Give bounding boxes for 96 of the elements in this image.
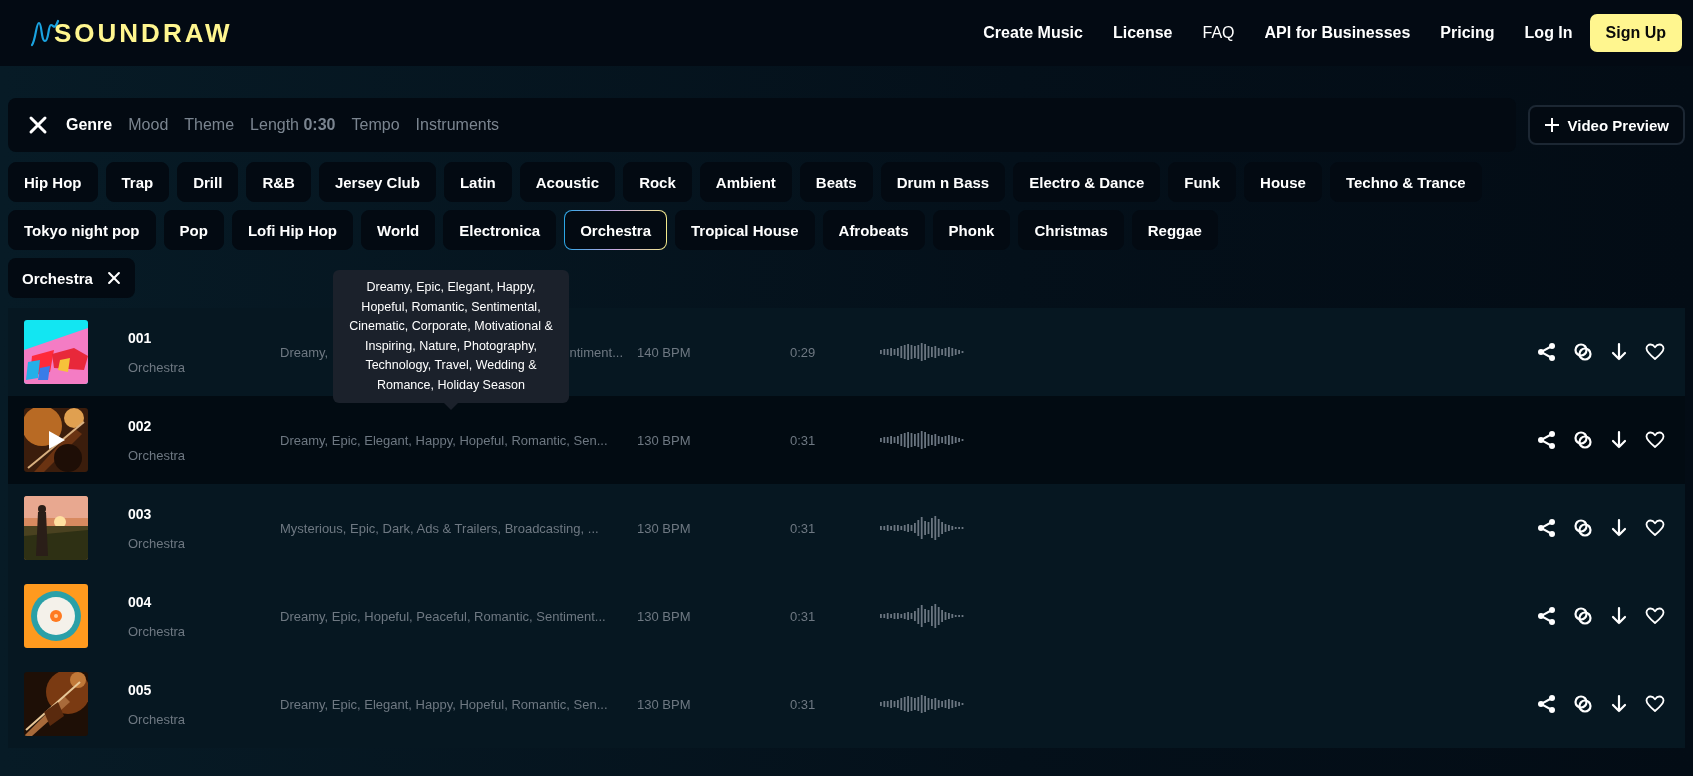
active-filter-chip[interactable]: Orchestra bbox=[8, 258, 135, 298]
download-icon[interactable] bbox=[1609, 606, 1629, 626]
filter-tab[interactable]: Theme bbox=[176, 116, 243, 134]
rings-icon[interactable] bbox=[1573, 694, 1593, 714]
heart-icon[interactable] bbox=[1645, 518, 1665, 538]
track-title[interactable]: 001 bbox=[128, 329, 280, 346]
track-title[interactable]: 003 bbox=[128, 505, 280, 522]
share-icon[interactable] bbox=[1537, 430, 1557, 450]
track-length: 0:29 bbox=[790, 344, 817, 360]
genre-chip[interactable]: Jersey Club bbox=[318, 162, 436, 202]
plus-icon bbox=[1543, 117, 1560, 133]
download-icon[interactable] bbox=[1609, 694, 1629, 714]
filter-tab[interactable]: Instruments bbox=[407, 116, 508, 134]
genre-chip[interactable]: Reggae bbox=[1131, 210, 1218, 250]
nav-link[interactable]: Log In bbox=[1509, 24, 1588, 42]
heart-icon[interactable] bbox=[1645, 606, 1665, 626]
genre-chip[interactable]: Christmas bbox=[1018, 210, 1124, 250]
genre-chip[interactable]: Electronica bbox=[443, 210, 557, 250]
track-title[interactable]: 002 bbox=[128, 417, 280, 434]
filter-tab[interactable]: Genre bbox=[58, 116, 121, 134]
genre-chip[interactable]: Latin bbox=[443, 162, 512, 202]
track-tags: Dreamy, Epic, Elegant, Happy, Hopeful, Romantic, Sen... bbox=[280, 696, 608, 712]
nav-link[interactable]: Pricing bbox=[1425, 24, 1510, 42]
track-genre: Orchestra bbox=[128, 535, 187, 551]
track-genre: Orchestra bbox=[128, 447, 187, 463]
tags-tooltip: Dreamy, Epic, Elegant, Happy, Hopeful, Romantic, Sentimental, Cinematic, Corporate, Motivational & Inspiring, Nature, Photography, Technology, Travel, Wedding & Romance, Holiday Season bbox=[333, 270, 569, 403]
track-bpm: 130 BPM bbox=[637, 608, 692, 624]
track-tags: ntiment... bbox=[569, 344, 623, 360]
genre-chip[interactable]: Techno & Trance bbox=[1329, 162, 1482, 202]
track-length: 0:31 bbox=[790, 608, 817, 624]
genre-chip[interactable]: Pop bbox=[163, 210, 224, 250]
track-length: 0:31 bbox=[790, 520, 817, 536]
track-bpm: 130 BPM bbox=[637, 520, 692, 536]
filter-tab[interactable]: Length 0:30 bbox=[242, 116, 344, 134]
genre-chip[interactable]: Beats bbox=[799, 162, 873, 202]
genre-chip[interactable]: Trap bbox=[105, 162, 170, 202]
nav-link[interactable]: Create Music bbox=[968, 24, 1098, 42]
track-genre: Orchestra bbox=[128, 359, 187, 375]
video-preview-button[interactable]: Video Preview bbox=[1527, 105, 1685, 145]
close-icon[interactable] bbox=[28, 115, 48, 135]
genre-chip[interactable]: Ambient bbox=[699, 162, 792, 202]
nav-link[interactable]: License bbox=[1097, 24, 1188, 42]
genre-chip[interactable]: Orchestra bbox=[564, 210, 667, 250]
track-genre: Orchestra bbox=[128, 711, 187, 727]
track-tags: Dreamy, Epic, Elegant, Happy, Hopeful, Romantic, Sen... bbox=[280, 432, 608, 448]
rings-icon[interactable] bbox=[1573, 342, 1593, 362]
sign-up-button[interactable]: Sign Up bbox=[1589, 14, 1682, 52]
download-icon[interactable] bbox=[1609, 518, 1629, 538]
download-icon[interactable] bbox=[1609, 342, 1629, 362]
close-icon[interactable] bbox=[106, 271, 121, 285]
tooltip-arrow bbox=[444, 403, 458, 410]
track-bpm: 140 BPM bbox=[637, 344, 692, 360]
track-bpm: 130 BPM bbox=[637, 432, 692, 448]
waveform-icon bbox=[880, 515, 966, 541]
genre-chip[interactable]: Electro & Dance bbox=[1013, 162, 1161, 202]
track-tags: Dreamy, Epic, Hopeful, Peaceful, Romantic, Sentiment... bbox=[280, 608, 606, 624]
track-title[interactable]: 005 bbox=[128, 681, 280, 698]
genre-chip[interactable]: Lofi Hip Hop bbox=[231, 210, 354, 250]
rings-icon[interactable] bbox=[1573, 430, 1593, 450]
track-title[interactable]: 004 bbox=[128, 593, 280, 610]
logo-text[interactable]: SOUNDRAW bbox=[54, 17, 233, 49]
genre-chip[interactable]: Funk bbox=[1168, 162, 1237, 202]
genre-chip[interactable]: World bbox=[361, 210, 436, 250]
heart-icon[interactable] bbox=[1645, 430, 1665, 450]
track-bpm: 130 BPM bbox=[637, 696, 692, 712]
track-tags: Dreamy, bbox=[280, 344, 329, 360]
genre-chip[interactable]: Phonk bbox=[932, 210, 1011, 250]
genre-chip[interactable]: Hip Hop bbox=[8, 162, 98, 202]
heart-icon[interactable] bbox=[1645, 342, 1665, 362]
genre-chip[interactable]: Acoustic bbox=[519, 162, 616, 202]
filter-tab[interactable]: Mood bbox=[120, 116, 177, 134]
heart-icon[interactable] bbox=[1645, 694, 1665, 714]
genre-chip[interactable]: Tokyo night pop bbox=[8, 210, 156, 250]
download-icon[interactable] bbox=[1609, 430, 1629, 450]
track-genre: Orchestra bbox=[128, 623, 187, 639]
genre-chip[interactable]: Afrobeats bbox=[822, 210, 925, 250]
play-icon[interactable] bbox=[46, 430, 66, 450]
genre-chip[interactable]: House bbox=[1244, 162, 1322, 202]
share-icon[interactable] bbox=[1537, 342, 1557, 362]
waveform-icon bbox=[880, 603, 966, 629]
share-icon[interactable] bbox=[1537, 518, 1557, 538]
genre-chip[interactable]: Rock bbox=[623, 162, 692, 202]
nav-link[interactable]: FAQ bbox=[1187, 24, 1250, 42]
genre-chip[interactable]: Tropical House bbox=[675, 210, 815, 250]
rings-icon[interactable] bbox=[1573, 518, 1593, 538]
track-length: 0:31 bbox=[790, 696, 817, 712]
track-tags: Mysterious, Epic, Dark, Ads & Trailers, Broadcasting, ... bbox=[280, 520, 599, 536]
rings-icon[interactable] bbox=[1573, 606, 1593, 626]
genre-chip[interactable]: R&B bbox=[246, 162, 311, 202]
genre-chip[interactable]: Drill bbox=[177, 162, 239, 202]
genre-chip[interactable]: Drum n Bass bbox=[880, 162, 1006, 202]
nav-link[interactable]: API for Businesses bbox=[1249, 24, 1426, 42]
share-icon[interactable] bbox=[1537, 606, 1557, 626]
track-length: 0:31 bbox=[790, 432, 817, 448]
filter-tab[interactable]: Tempo bbox=[343, 116, 408, 134]
share-icon[interactable] bbox=[1537, 694, 1557, 714]
